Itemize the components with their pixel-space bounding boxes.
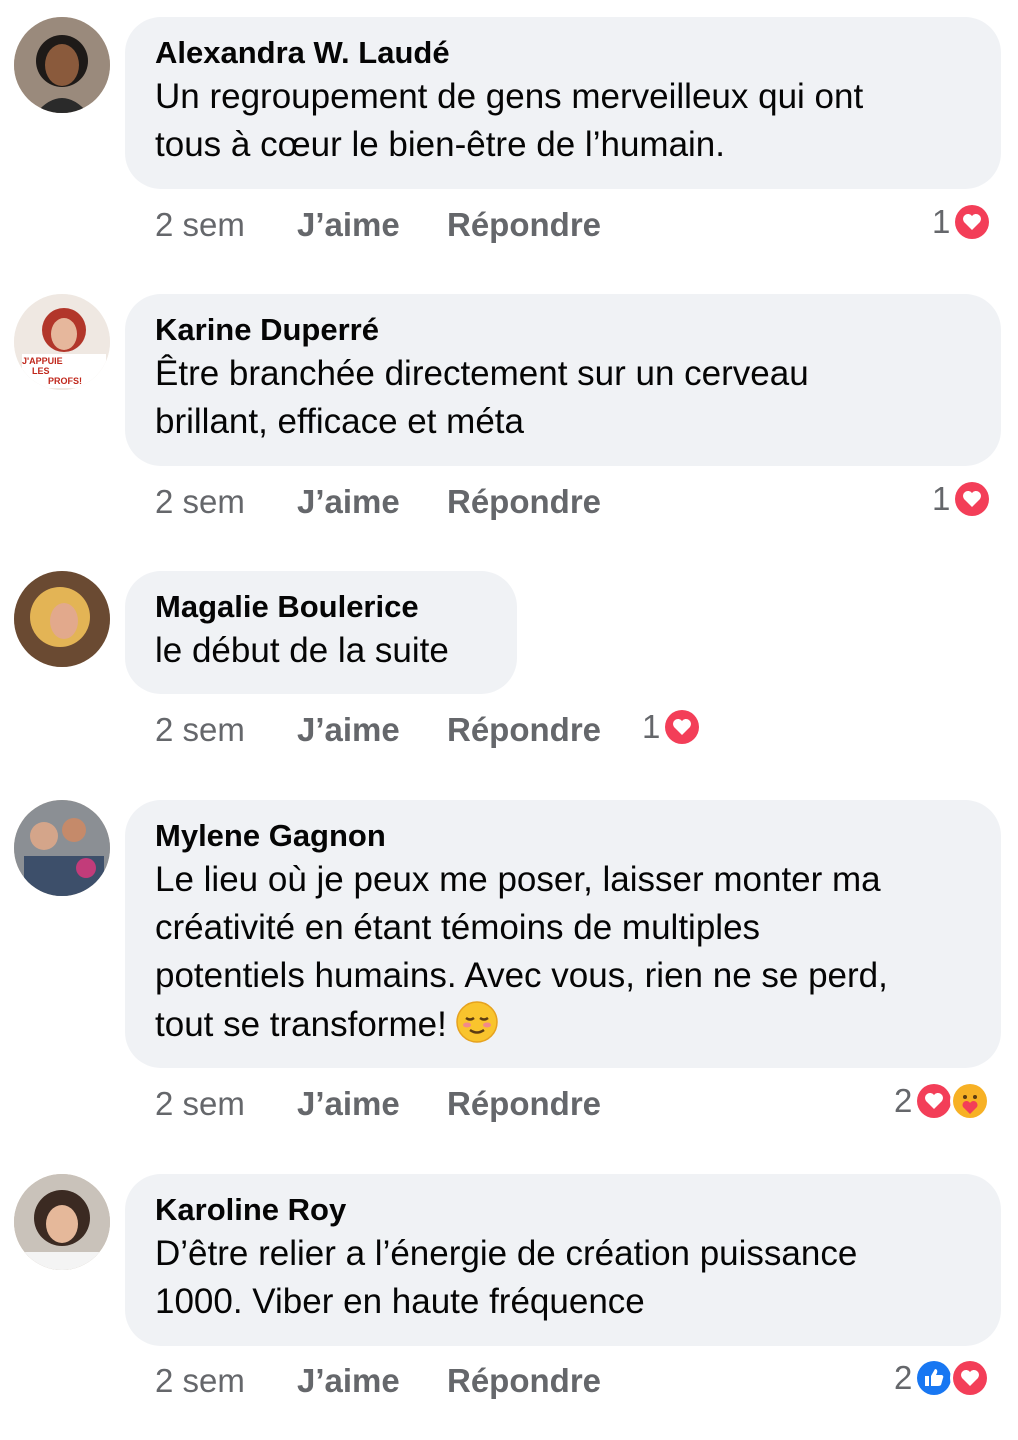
love-icon [914,1081,955,1121]
comment-actions: 2 sem J’aime Répondre [155,203,601,247]
avatar[interactable] [14,571,110,667]
relieved-face-emoji [455,1000,499,1044]
comment-bubble: Alexandra W. Laudé Un regroupement de ge… [125,17,1001,189]
comment-text-line: potentiels humains. Avec vous, rien ne s… [155,956,888,995]
comment-actions: 2 sem J’aime Répondre [155,1082,601,1126]
comment-author[interactable]: Magalie Boulerice [155,587,487,627]
like-button[interactable]: J’aime [297,1362,447,1400]
reactions[interactable]: 1 [642,705,703,749]
reactions[interactable]: 2 [894,1079,991,1123]
comment-author[interactable]: Mylene Gagnon [155,816,971,856]
comment-text-line: Un regroupement de gens merveilleux qui … [155,77,864,116]
comment-bubble: Magalie Boulerice le début de la suite [125,571,517,694]
avatar[interactable] [14,17,110,113]
reaction-count: 1 [932,203,951,240]
avatar[interactable] [14,800,110,896]
comment-actions: 2 sem J’aime Répondre [155,1359,601,1403]
comment-time[interactable]: 2 sem [155,1085,297,1123]
like-icon [914,1358,955,1398]
like-button[interactable]: J’aime [297,711,447,749]
like-button[interactable]: J’aime [297,483,447,521]
comment-text-line: Être branchée directement sur un cerveau [155,354,809,393]
like-button[interactable]: J’aime [297,206,447,244]
love-icon [952,479,993,519]
comment-bubble: Mylene Gagnon Le lieu où je peux me pose… [125,800,1001,1068]
love-icon [662,707,703,747]
comment-text-line: le début de la suite [155,631,449,670]
comment-bubble: Karine Duperré Être branchée directement… [125,294,1001,466]
reactions[interactable]: 1 [932,477,993,521]
love-icon [950,1358,991,1398]
reply-button[interactable]: Répondre [447,1085,601,1123]
comment-time[interactable]: 2 sem [155,483,297,521]
reply-button[interactable]: Répondre [447,483,601,521]
comment-time[interactable]: 2 sem [155,711,297,749]
reactions[interactable]: 1 [932,200,993,244]
reply-button[interactable]: Répondre [447,206,601,244]
reaction-count: 2 [894,1359,913,1396]
comment-time[interactable]: 2 sem [155,206,297,244]
like-button[interactable]: J’aime [297,1085,447,1123]
avatar[interactable] [14,1174,110,1270]
comment-actions: 2 sem J’aime Répondre [155,708,601,752]
comment-author[interactable]: Karoline Roy [155,1190,971,1230]
comment-text-line: D’être relier a l’énergie de création pu… [155,1234,858,1273]
comment-text-line: Le lieu où je peux me poser, laisser mon… [155,860,881,899]
reaction-count: 2 [894,1082,913,1119]
comment-text-line: 1000. Viber en haute fréquence [155,1282,645,1321]
comment-time[interactable]: 2 sem [155,1362,297,1400]
comment-text-line: créativité en étant témoins de multiples [155,908,761,947]
comment-text-line: brillant, efficace et méta [155,402,524,441]
comment-author[interactable]: Karine Duperré [155,310,971,350]
comment-text-line: tous à cœur le bien-être de l’humain. [155,125,725,164]
avatar[interactable]: J'APPUIE LES PROFS! [14,294,110,390]
comment-bubble: Karoline Roy D’être relier a l’énergie d… [125,1174,1001,1346]
reactions[interactable]: 2 [894,1356,991,1400]
reaction-count: 1 [642,708,661,745]
reaction-count: 1 [932,480,951,517]
comment-text-line: tout se transforme! [155,1000,971,1049]
care-icon [950,1081,991,1121]
love-icon [952,202,993,242]
comment-author[interactable]: Alexandra W. Laudé [155,33,971,73]
reply-button[interactable]: Répondre [447,1362,601,1400]
reply-button[interactable]: Répondre [447,711,601,749]
avatar-banner-text: J'APPUIE LES PROFS! [22,356,83,386]
comment-actions: 2 sem J’aime Répondre [155,480,601,524]
